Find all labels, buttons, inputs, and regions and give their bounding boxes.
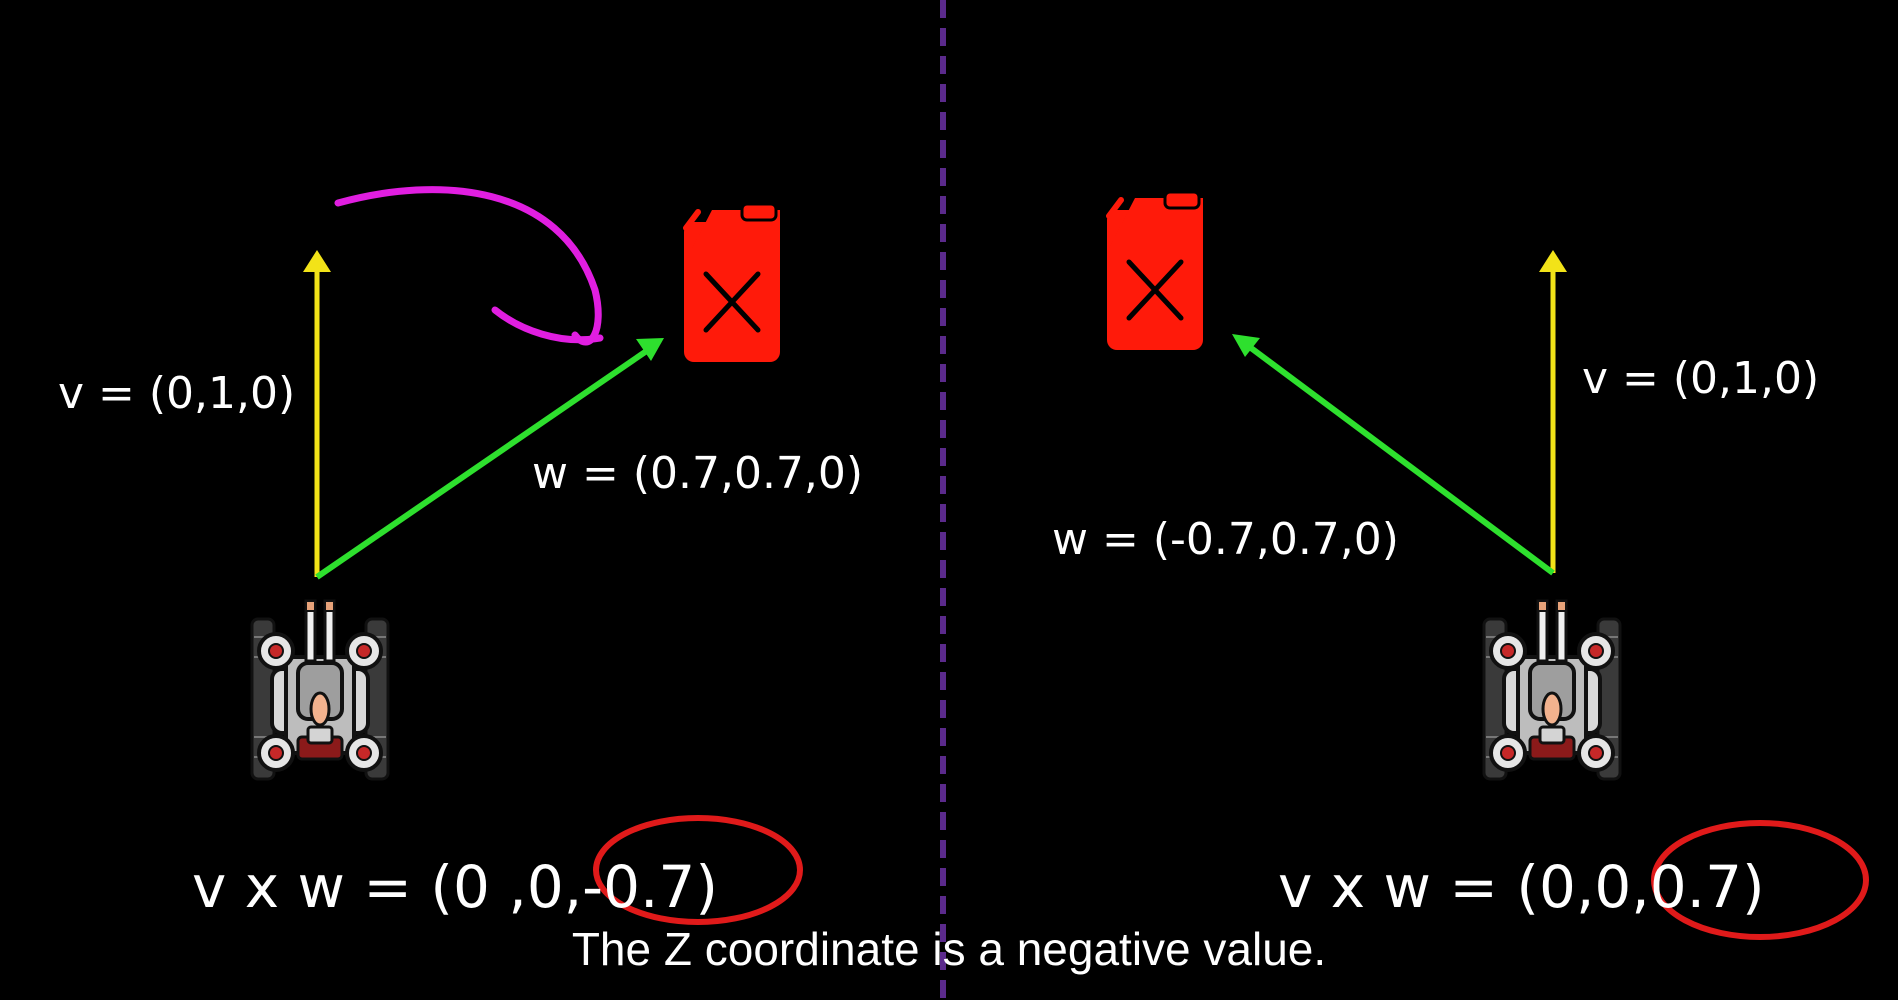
fuel-can-icon <box>684 204 780 362</box>
rotation-arc-tail <box>491 306 604 344</box>
left-w-label: w = (0.7,0.7,0) <box>532 448 864 499</box>
right-v-label: v = (0,1,0) <box>1582 353 1820 404</box>
right-cross-product-result: v x w = (0,0,0.7) <box>1278 853 1765 921</box>
subtitle-caption: The Z coordinate is a negative value. <box>571 923 1327 975</box>
left-panel <box>250 186 803 925</box>
fuel-can-icon <box>1107 192 1203 350</box>
tank-icon <box>250 599 390 781</box>
tank-icon <box>1482 599 1622 781</box>
rotation-arc <box>334 186 602 346</box>
right-w-label: w = (-0.7,0.7,0) <box>1052 514 1399 565</box>
left-cross-product-result: v x w = (0 ,0,-0.7) <box>192 853 718 921</box>
video-frame: v = (0,1,0) w = (0.7,0.7,0) v x w = (0 ,… <box>0 0 1898 1000</box>
vector-v-arrowhead <box>303 250 331 272</box>
left-v-label: v = (0,1,0) <box>58 368 296 419</box>
vector-v-arrowhead <box>1539 250 1567 272</box>
cross-product-diagram <box>250 0 1869 1000</box>
